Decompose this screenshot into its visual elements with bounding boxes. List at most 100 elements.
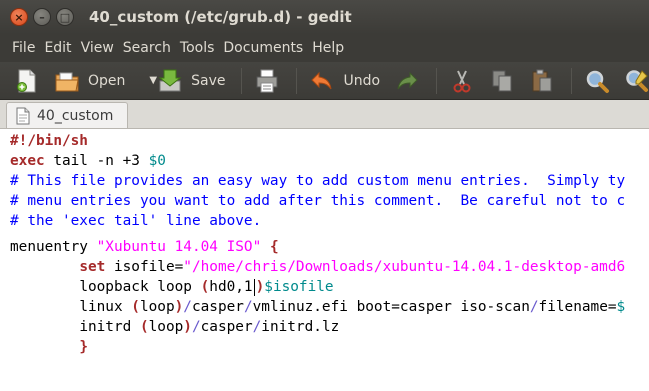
redo-button[interactable]	[394, 68, 420, 94]
code-text: menuentry	[10, 239, 97, 255]
paste-icon	[529, 68, 555, 94]
print-icon	[254, 68, 280, 94]
code-text: loop	[148, 319, 184, 335]
code-line-12: }	[10, 337, 88, 357]
code-text: casper	[200, 319, 253, 335]
find-icon	[584, 68, 610, 94]
paren: (	[131, 299, 140, 315]
save-label: Save	[191, 72, 226, 89]
code-line-1: #!/bin/sh	[10, 131, 88, 151]
redo-icon	[394, 68, 420, 94]
toolbar-separator	[436, 67, 438, 94]
menu-tools[interactable]: Tools	[180, 40, 215, 56]
menu-view[interactable]: View	[81, 40, 114, 56]
code-line-7: menuentry "Xubuntu 14.04 ISO" {	[10, 237, 279, 257]
toolbar-separator	[241, 67, 243, 94]
keyword: set	[79, 259, 106, 275]
save-button[interactable]: Save	[157, 68, 225, 94]
brace: }	[79, 339, 88, 355]
menu-search[interactable]: Search	[123, 40, 171, 56]
code-text: loopback loop	[79, 279, 201, 295]
code-line-8: set isofile="/home/chris/Downloads/xubun…	[10, 257, 625, 277]
open-button[interactable]: Open	[54, 68, 125, 94]
code-text: linux	[79, 299, 132, 315]
cut-icon	[449, 68, 475, 94]
save-icon	[157, 68, 183, 94]
code-text: filename=	[538, 299, 617, 315]
code-text: casper	[191, 299, 244, 315]
code-text: hd0,1	[209, 279, 253, 295]
code-line-3: # This file provides an easy way to add …	[10, 173, 626, 189]
undo-label: Undo	[343, 72, 381, 89]
new-document-button[interactable]	[14, 68, 40, 94]
slash: /	[529, 299, 539, 315]
paren: (	[200, 279, 210, 295]
print-button[interactable]	[254, 68, 280, 94]
text-file-icon	[15, 107, 31, 125]
text-cursor	[253, 278, 255, 296]
copy-button[interactable]	[489, 68, 515, 94]
slash: /	[243, 299, 253, 315]
code-text: isofile=	[105, 259, 184, 275]
undo-icon	[309, 68, 335, 94]
open-recent-dropdown[interactable]: ▼	[149, 75, 157, 86]
code-line-4: # menu entries you want to add after thi…	[10, 193, 626, 209]
toolbar-separator	[296, 67, 298, 94]
paste-button[interactable]	[529, 68, 555, 94]
open-folder-icon	[54, 68, 80, 94]
copy-icon	[489, 68, 515, 94]
open-label: Open	[88, 72, 126, 89]
menu-bar: File Edit View Search Tools Documents He…	[0, 34, 649, 62]
menu-help[interactable]: Help	[312, 40, 344, 56]
code-line-2: exec tail -n +3 $0	[10, 151, 166, 171]
slash: /	[191, 319, 201, 335]
minimize-window-button[interactable]: –	[33, 8, 51, 26]
tab-40-custom[interactable]: 40_custom	[6, 102, 128, 128]
code-text: loop	[139, 299, 175, 315]
menu-file[interactable]: File	[12, 40, 35, 56]
code-line-5: # the 'exec tail' line above.	[10, 213, 262, 229]
code-line-11: initrd (loop)/casper/initrd.lz	[10, 317, 339, 337]
new-document-icon	[14, 68, 40, 94]
code-line-9: loopback loop (hd0,1)$isofile	[10, 277, 334, 297]
keyword: exec	[10, 153, 45, 169]
variable: $0	[148, 153, 166, 169]
menu-documents[interactable]: Documents	[223, 40, 303, 56]
code-text: vmlinuz.efi boot=casper iso-scan	[252, 299, 530, 315]
close-window-button[interactable]: ×	[10, 8, 28, 26]
maximize-window-button[interactable]: □	[56, 8, 74, 26]
string: "Xubuntu 14.04 ISO"	[96, 239, 262, 255]
slash: /	[183, 299, 192, 315]
paren: )	[174, 299, 184, 315]
tab-label: 40_custom	[37, 107, 114, 124]
find-button[interactable]	[584, 68, 610, 94]
title-bar: × – □ 40_custom (/etc/grub.d) - gedit	[0, 0, 649, 34]
cut-button[interactable]	[449, 68, 475, 94]
string: "/home/chris/Downloads/xubuntu-14.04.1-d…	[183, 259, 626, 275]
code-text: initrd	[79, 319, 140, 335]
find-replace-button[interactable]	[624, 68, 649, 94]
document-tab-strip: 40_custom	[0, 100, 649, 128]
paren: )	[183, 319, 192, 335]
undo-button[interactable]: Undo	[309, 68, 380, 94]
code-text: initrd.lz	[261, 319, 340, 335]
shebang: #!/bin/sh	[10, 133, 88, 149]
variable: $	[616, 299, 626, 315]
window-title: 40_custom (/etc/grub.d) - gedit	[89, 8, 352, 26]
toolbar-separator	[571, 67, 573, 94]
code-line-10: linux (loop)/casper/vmlinuz.efi boot=cas…	[10, 297, 625, 317]
brace: {	[269, 239, 279, 255]
toolbar: Open ▼ Save Undo	[0, 62, 649, 100]
variable: $isofile	[264, 279, 334, 295]
text-editor[interactable]: #!/bin/sh exec tail -n +3 $0 # This file…	[0, 128, 649, 391]
find-replace-icon	[624, 68, 649, 94]
code-text: tail -n +3	[44, 153, 149, 169]
slash: /	[252, 319, 262, 335]
paren: )	[255, 279, 265, 295]
menu-edit[interactable]: Edit	[44, 40, 71, 56]
